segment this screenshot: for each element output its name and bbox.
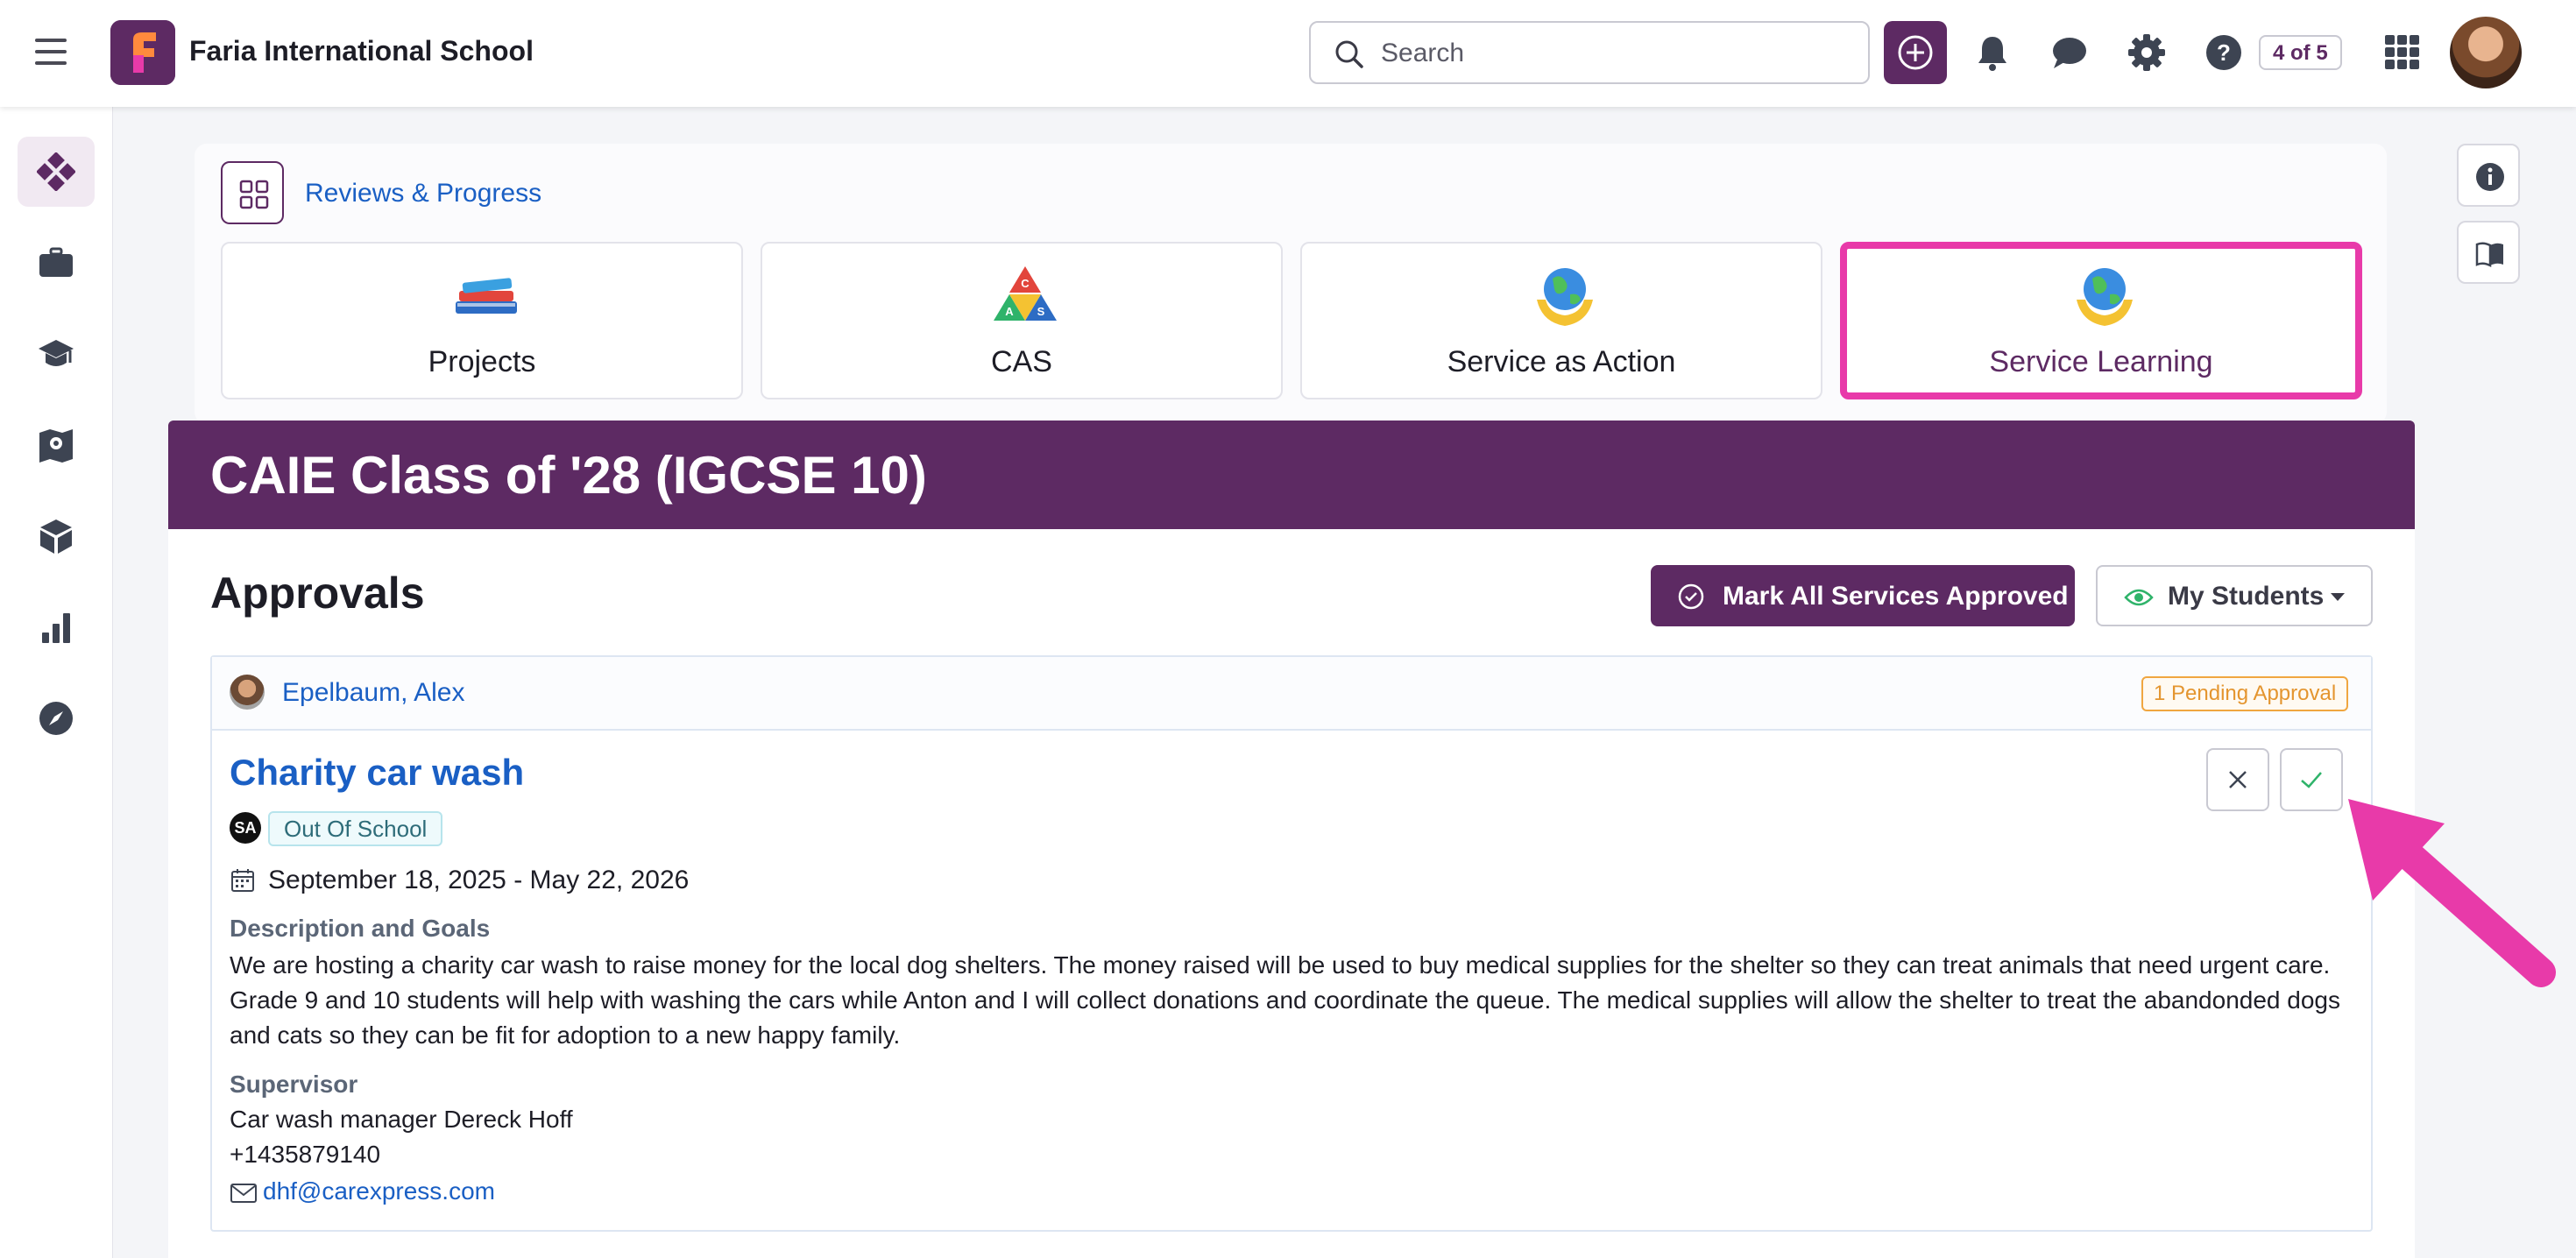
check-icon (2301, 772, 2322, 788)
sidebar-item-explore[interactable] (18, 683, 95, 753)
my-students-label: My Students (2168, 582, 2325, 611)
mark-all-label: Mark All Services Approved (1723, 582, 2069, 611)
user-avatar[interactable] (2450, 17, 2522, 88)
tile-label: Service Learning (1989, 345, 2213, 378)
search-input[interactable]: Search (1309, 21, 1870, 84)
envelope-icon (230, 1184, 257, 1203)
tile-cas[interactable]: C A S CAS (761, 242, 1283, 399)
page-counter[interactable]: 4 of 5 (2259, 35, 2342, 70)
grid-view-button[interactable] (221, 161, 284, 224)
graduation-cap-icon (39, 340, 74, 366)
service-type-badge: SA (230, 812, 261, 844)
sidebar-item-map[interactable] (18, 410, 95, 480)
gear-icon[interactable] (2126, 32, 2168, 74)
compass-icon (39, 702, 73, 735)
chevron-down-icon (2331, 593, 2345, 601)
tile-label: Service as Action (1447, 345, 1676, 378)
approvals-title: Approvals (210, 569, 425, 618)
globe-hands-icon (1537, 268, 1593, 326)
supervisor-label: Supervisor (230, 1071, 358, 1098)
class-title: CAIE Class of '28 (IGCSE 10) (210, 446, 927, 505)
book-open-icon (2475, 242, 2503, 268)
diamond-grid-icon (37, 152, 75, 191)
supervisor-phone: +1435879140 (230, 1141, 381, 1168)
student-avatar (230, 675, 265, 710)
tile-service-as-action[interactable]: Service as Action (1300, 242, 1822, 399)
books-icon (456, 278, 517, 314)
add-button[interactable] (1884, 21, 1947, 84)
chat-icon[interactable] (2049, 32, 2091, 74)
menu-icon[interactable] (35, 39, 67, 65)
sidebar-item-home[interactable] (18, 137, 95, 207)
cube-icon (40, 519, 72, 554)
school-logo[interactable] (110, 20, 175, 85)
sidebar-item-cube[interactable] (18, 501, 95, 571)
description-text: We are hosting a charity car wash to rai… (230, 951, 2340, 1049)
sidebar-item-reports[interactable] (18, 592, 95, 662)
description-label: Description and Goals (230, 915, 491, 942)
svg-text:C: C (1021, 277, 1030, 290)
service-card-header (212, 657, 2371, 731)
tile-service-learning[interactable]: Service Learning (1840, 242, 2362, 399)
search-placeholder: Search (1381, 39, 1465, 67)
globe-hands-icon (2077, 268, 2133, 326)
check-circle-icon (1678, 583, 1704, 610)
tile-projects[interactable]: Projects (221, 242, 743, 399)
top-bar: Faria International School Search ? 4 of… (0, 0, 2576, 107)
cas-triangle-icon: C A S (994, 266, 1057, 321)
reject-button[interactable] (2206, 748, 2269, 811)
supervisor-name: Car wash manager Dereck Hoff (230, 1106, 573, 1133)
bar-chart-icon (42, 613, 70, 643)
service-card (210, 655, 2373, 1232)
help-icon[interactable]: ? (2203, 32, 2245, 74)
svg-text:?: ? (2217, 39, 2231, 66)
guide-button[interactable] (2457, 221, 2520, 284)
left-sidebar (0, 107, 113, 1258)
sidebar-item-briefcase[interactable] (18, 228, 95, 298)
svg-text:S: S (1037, 305, 1045, 318)
annotation-arrow-icon (2348, 799, 2556, 987)
calendar-icon (231, 869, 254, 892)
close-icon (2229, 771, 2247, 788)
info-button[interactable] (2457, 144, 2520, 207)
service-date-range: September 18, 2025 - May 22, 2026 (268, 866, 690, 894)
plus-circle-icon (1898, 35, 1933, 70)
class-banner: CAIE Class of '28 (IGCSE 10) (168, 421, 2415, 529)
pending-approval-badge: 1 Pending Approval (2141, 676, 2349, 711)
school-name: Faria International School (189, 35, 534, 67)
sidebar-item-graduation[interactable] (18, 319, 95, 389)
bell-icon[interactable] (1971, 32, 2013, 74)
apps-grid-icon[interactable] (2381, 32, 2424, 74)
info-icon (2476, 163, 2504, 191)
location-tag: Out Of School (268, 811, 443, 846)
student-name-link[interactable]: Epelbaum, Alex (282, 678, 464, 708)
map-icon (39, 429, 73, 463)
grid-icon (239, 180, 269, 209)
reviews-progress-link[interactable]: Reviews & Progress (305, 179, 541, 208)
eye-icon (2124, 589, 2154, 606)
mark-all-approved-button[interactable]: Mark All Services Approved (1651, 565, 2075, 626)
briefcase-icon (39, 247, 73, 277)
search-icon (1335, 40, 1363, 68)
tile-label: Projects (428, 345, 536, 378)
supervisor-email-link[interactable]: dhf@carexpress.com (263, 1177, 495, 1205)
tile-label: CAS (991, 345, 1052, 378)
my-students-dropdown[interactable]: My Students (2096, 565, 2373, 626)
service-title-link[interactable]: Charity car wash (230, 752, 524, 794)
svg-text:A: A (1005, 305, 1014, 318)
